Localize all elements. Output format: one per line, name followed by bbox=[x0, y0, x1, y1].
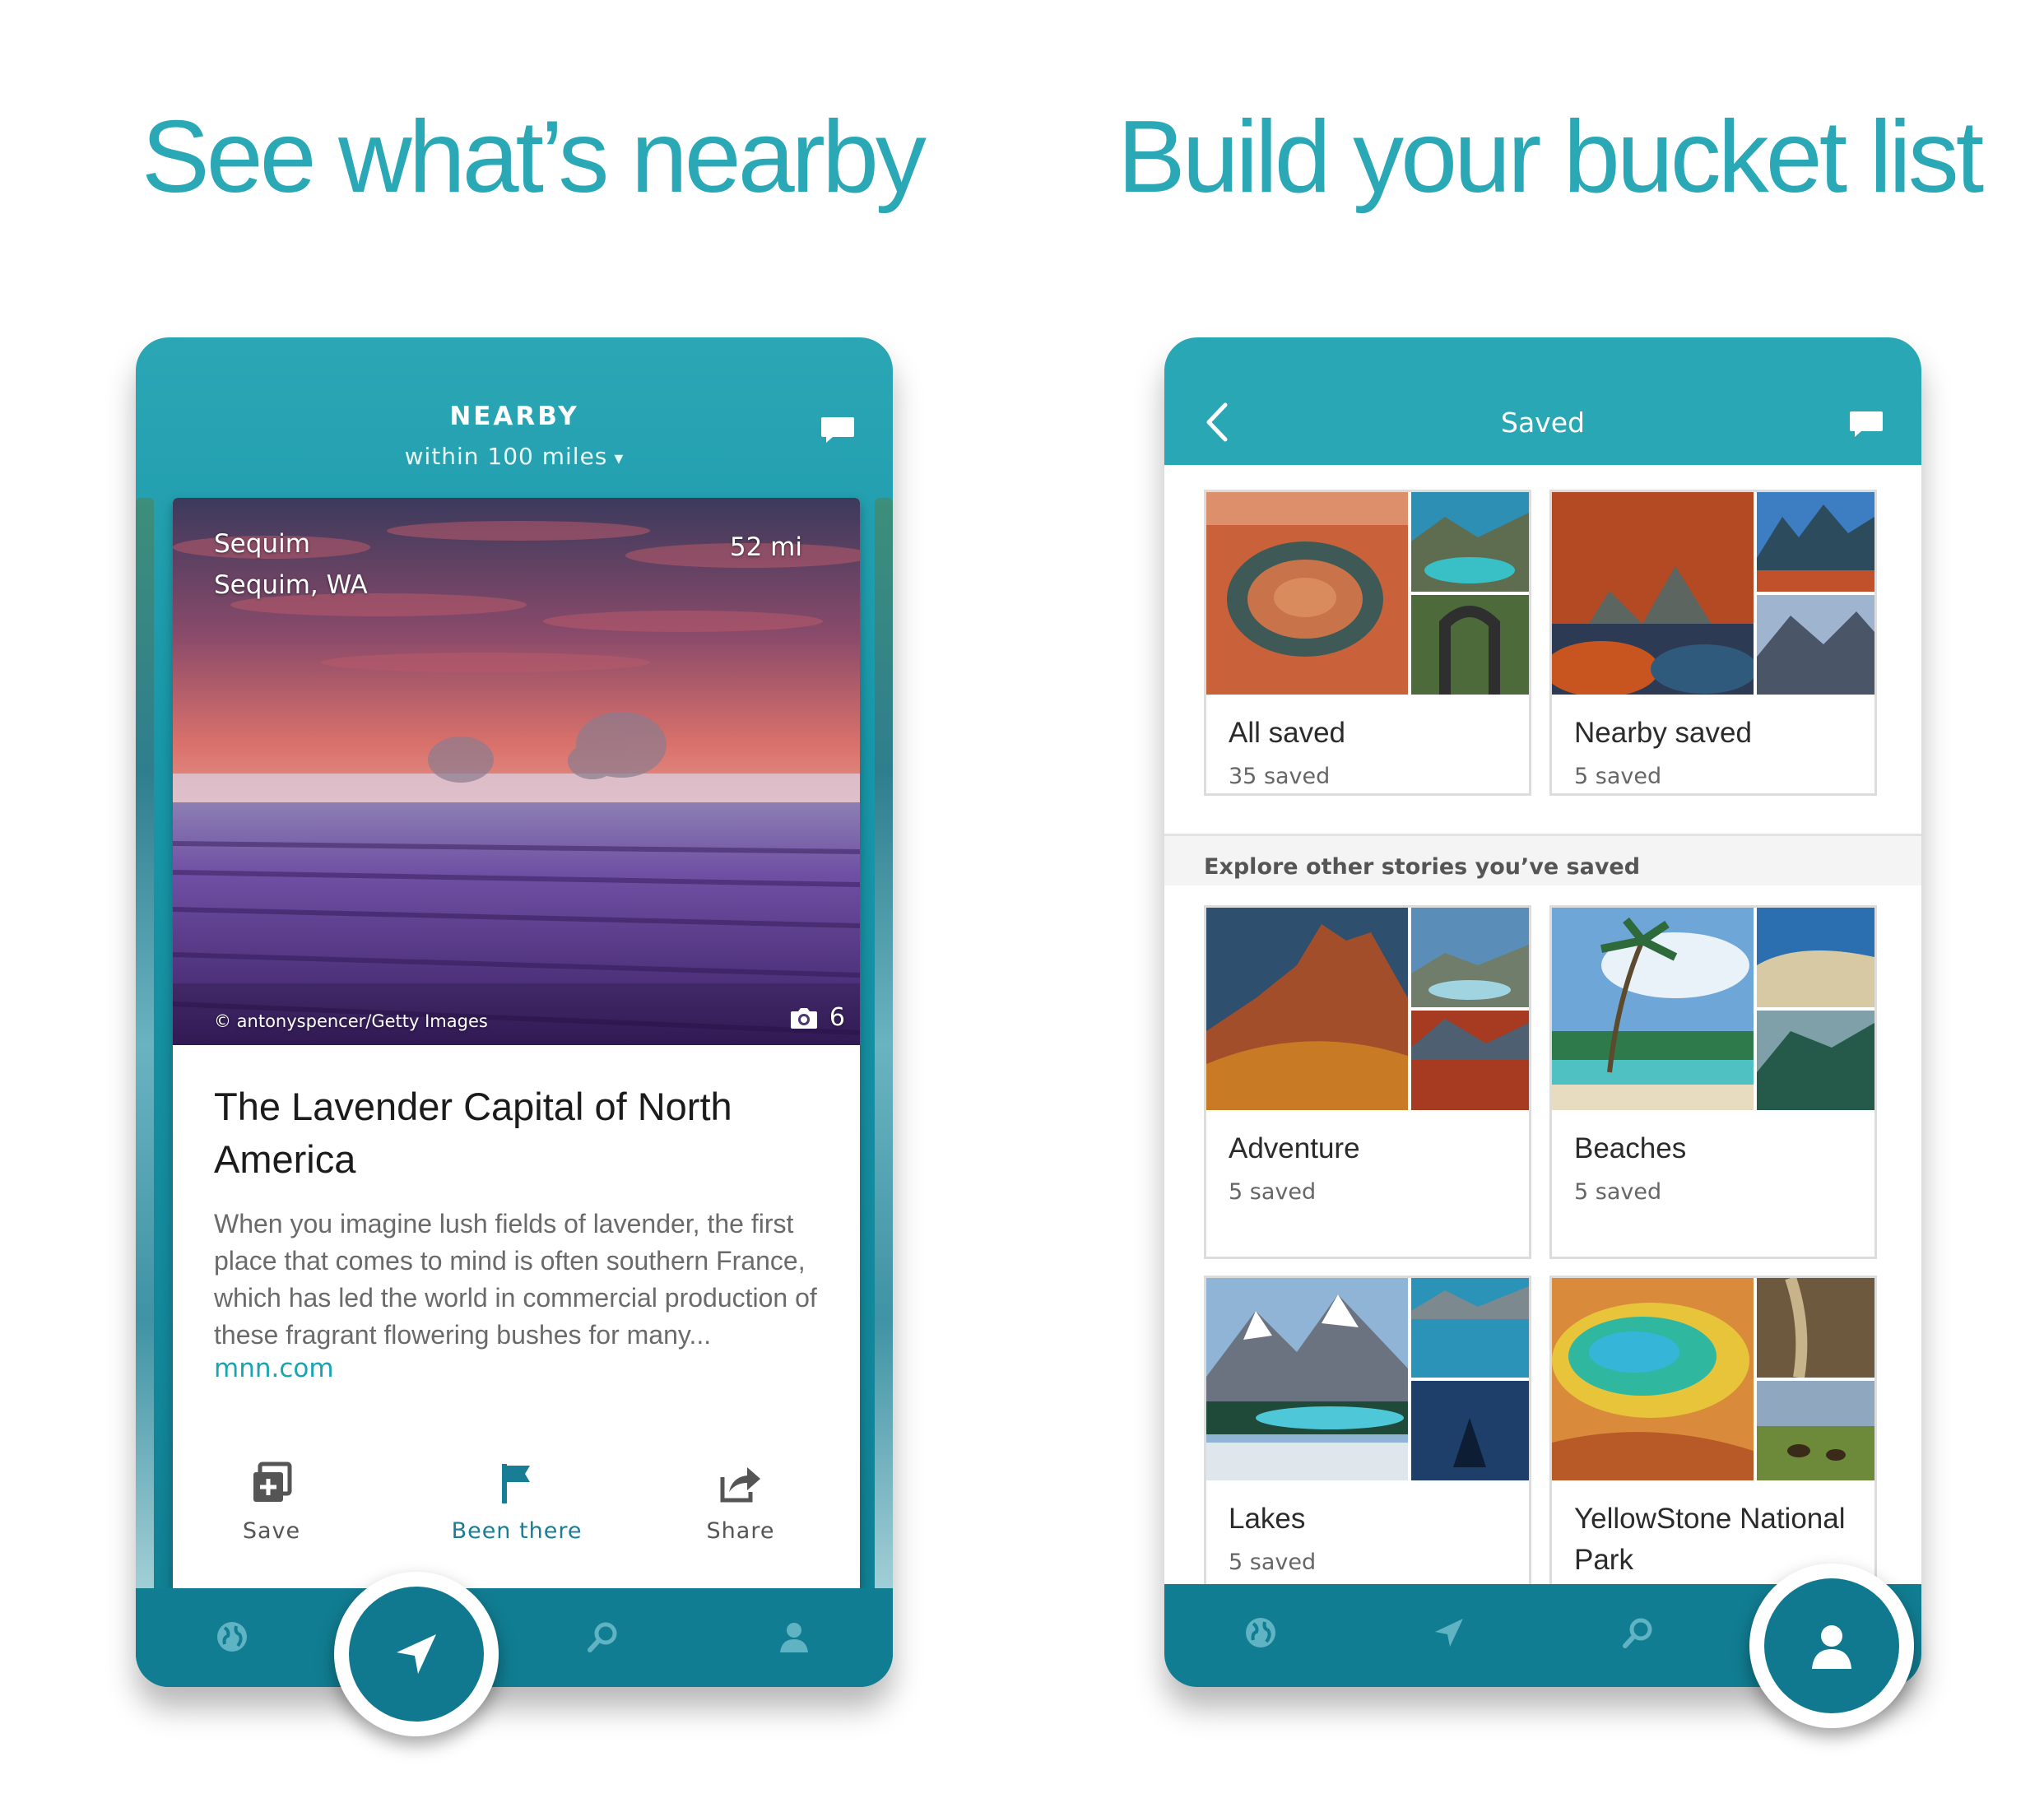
nearby-fab[interactable] bbox=[334, 1572, 499, 1736]
collection-mosaic bbox=[1552, 908, 1874, 1110]
nearby-screen: NEARBY within 100 miles ▾ Sequim Sequim,… bbox=[136, 337, 893, 1687]
collection-tile-all-saved[interactable]: All saved 35 saved bbox=[1204, 490, 1531, 796]
share-button[interactable]: Share bbox=[642, 1461, 839, 1544]
collection-mosaic bbox=[1206, 1278, 1529, 1480]
story-source-link[interactable]: mnn.com bbox=[214, 1354, 334, 1383]
saved-screen: Saved All saved 35 saved Nearby saved 5 … bbox=[1164, 337, 1921, 1687]
been-there-label: Been there bbox=[451, 1518, 583, 1544]
next-story-peek[interactable] bbox=[875, 498, 893, 1592]
save-button[interactable]: Save bbox=[173, 1461, 370, 1544]
search-icon[interactable] bbox=[586, 1620, 620, 1654]
collection-mosaic bbox=[1552, 492, 1874, 695]
collection-tile-nearby-saved[interactable]: Nearby saved 5 saved bbox=[1549, 490, 1877, 796]
collection-tile-lakes[interactable]: Lakes 5 saved bbox=[1204, 1276, 1531, 1629]
been-there-button[interactable]: Been there bbox=[418, 1461, 616, 1544]
share-icon bbox=[720, 1467, 760, 1503]
profile-icon[interactable] bbox=[777, 1620, 811, 1654]
collection-mosaic bbox=[1552, 1278, 1874, 1480]
chevron-down-icon: ▾ bbox=[614, 448, 625, 469]
distance-filter-label: within 100 miles bbox=[404, 443, 608, 470]
collection-title: Adventure bbox=[1229, 1132, 1360, 1164]
profile-icon bbox=[1812, 1625, 1851, 1669]
share-label: Share bbox=[706, 1518, 775, 1544]
place-name: Sequim bbox=[214, 529, 310, 559]
story-title[interactable]: The Lavender Capital of North America bbox=[214, 1080, 839, 1186]
saved-header: Saved bbox=[1164, 337, 1921, 465]
profile-fab[interactable] bbox=[1749, 1564, 1914, 1728]
previous-story-peek[interactable] bbox=[136, 498, 154, 1592]
distance-label: 52 mi bbox=[729, 532, 802, 562]
feedback-icon[interactable] bbox=[820, 416, 856, 445]
collection-title: Lakes bbox=[1229, 1503, 1306, 1535]
search-icon[interactable] bbox=[1621, 1615, 1656, 1650]
collection-mosaic bbox=[1206, 908, 1529, 1110]
globe-icon[interactable] bbox=[1243, 1615, 1278, 1650]
navigate-icon bbox=[397, 1634, 436, 1674]
collection-title: Nearby saved bbox=[1574, 717, 1752, 749]
navigate-icon[interactable] bbox=[1432, 1615, 1466, 1650]
collection-mosaic bbox=[1206, 492, 1529, 695]
bottom-navigation bbox=[136, 1588, 893, 1687]
photo-gallery-button[interactable]: 6 bbox=[790, 1003, 845, 1032]
feedback-icon[interactable] bbox=[1848, 410, 1884, 439]
section-label: Explore other stories you’ve saved bbox=[1204, 854, 1641, 880]
add-collection-icon bbox=[253, 1462, 292, 1502]
distance-filter-dropdown[interactable]: within 100 miles ▾ bbox=[136, 443, 893, 470]
camera-icon bbox=[790, 1007, 817, 1029]
nearby-title: NEARBY bbox=[449, 402, 579, 431]
collection-count: 5 saved bbox=[1574, 1179, 1662, 1205]
headline-bucket-list: Build your bucket list bbox=[1117, 100, 1984, 214]
photo-credit: © antonyspencer/Getty Images bbox=[214, 1011, 488, 1031]
collection-count: 5 saved bbox=[1574, 764, 1662, 789]
globe-icon[interactable] bbox=[215, 1620, 249, 1654]
story-hero-image[interactable]: Sequim Sequim, WA 52 mi © antonyspencer/… bbox=[173, 498, 860, 1045]
photo-count: 6 bbox=[829, 1003, 845, 1032]
collection-count: 5 saved bbox=[1229, 1550, 1317, 1575]
collection-title: All saved bbox=[1229, 717, 1346, 749]
collection-count: 5 saved bbox=[1229, 1179, 1317, 1205]
flag-icon bbox=[502, 1464, 530, 1503]
story-excerpt: When you imagine lush fields of lavender… bbox=[214, 1209, 817, 1350]
collection-title: Beaches bbox=[1574, 1132, 1687, 1164]
collection-tile-beaches[interactable]: Beaches 5 saved bbox=[1549, 905, 1877, 1259]
page-title: Saved bbox=[1501, 407, 1585, 439]
story-card[interactable]: Sequim Sequim, WA 52 mi © antonyspencer/… bbox=[173, 498, 860, 1592]
collection-count: 35 saved bbox=[1229, 764, 1331, 789]
place-location: Sequim, WA bbox=[214, 570, 368, 600]
section-header: Explore other stories you’ve saved bbox=[1164, 834, 1921, 885]
headline-nearby: See what’s nearby bbox=[142, 100, 927, 214]
save-label: Save bbox=[242, 1518, 301, 1544]
collection-tile-adventure[interactable]: Adventure 5 saved bbox=[1204, 905, 1531, 1259]
